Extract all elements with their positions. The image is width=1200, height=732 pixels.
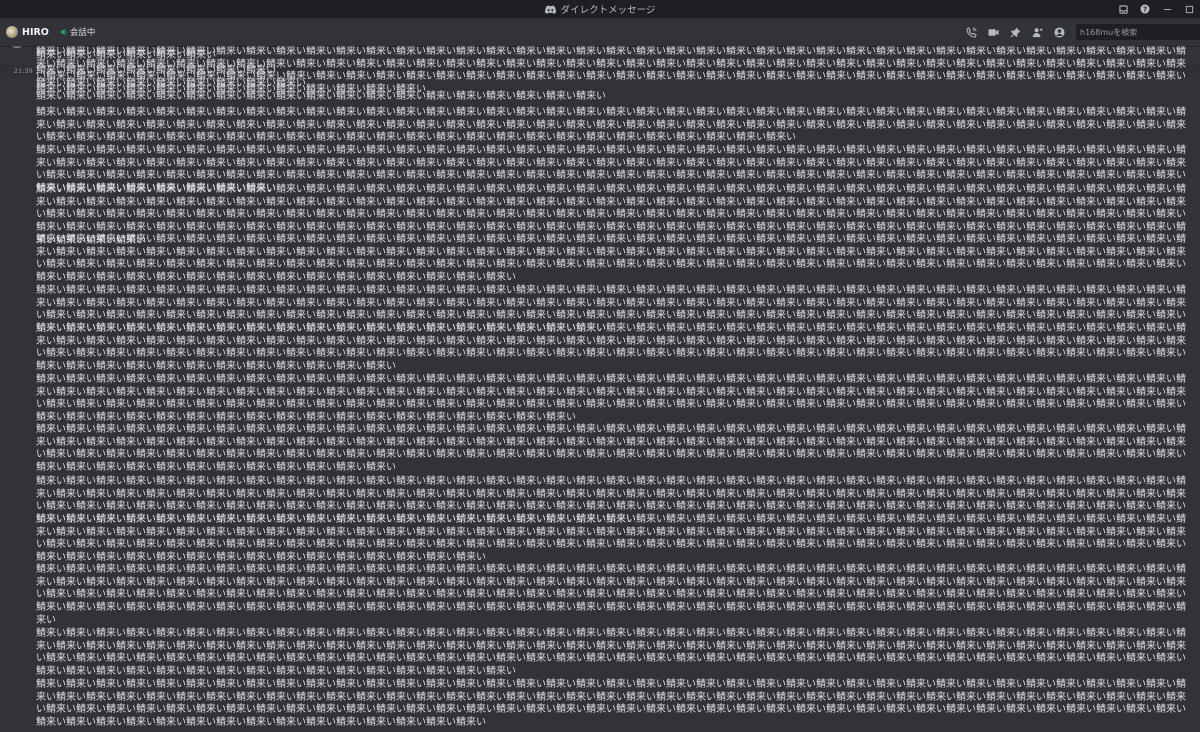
call-status: 会話中 xyxy=(60,26,96,38)
header-toolbar: h168muを検索 xyxy=(960,18,1200,46)
message-row[interactable]: 鯖来い鯖来い鯖来い鯖来い鯖来い鯖来い鯖来い鯖来い鯖来い鯖来い鯖来い鯖来い鯖来い鯖… xyxy=(0,323,1200,374)
window-title: ダイレクトメッセージ xyxy=(560,5,656,16)
discord-logo-icon xyxy=(544,5,556,14)
message-row[interactable]: 鯖来い鯖来い鯖来い鯖来い鯖来い鯖来い鯖来い鯖来い鯖来い鯖来い鯖来い鯖来い鯖来い鯖… xyxy=(0,234,1200,285)
phone-icon[interactable] xyxy=(960,18,982,46)
message-text: 鯖来い鯖来い鯖来い鯖来い鯖来い鯖来い鯖来い鯖来い鯖来い鯖来い鯖来い鯖来い鯖来い鯖… xyxy=(36,424,1186,474)
search-input[interactable]: h168muを検索 xyxy=(1076,24,1200,40)
message-text: 鯖来い鯖来い鯖来い鯖来い鯖来い鯖来い鯖来い鯖来い鯖来い鯖来い鯖来い鯖来い鯖来い鯖… xyxy=(36,564,1186,626)
window-controls: ? xyxy=(1112,0,1200,18)
message-text: 鯖来い鯖来い鯖来い鯖来い鯖来い鯖来い鯖来い鯖来い鯖来い鯖来い鯖来い鯖来い鯖来い鯖… xyxy=(36,323,1186,373)
message-text: 鯖来い鯖来い鯖来い鯖来い鯖来い鯖来い鯖来い鯖来い鯖来い鯖来い鯖来い鯖来い鯖来い鯖… xyxy=(36,679,1186,729)
inbox-icon[interactable] xyxy=(1112,0,1134,18)
call-status-label: 会話中 xyxy=(69,28,96,38)
message-text: 鯖来い鯖来い鯖来い鯖来い鯖来い鯖来い鯖来い鯖来い鯖来い鯖来い鯖来い鯖来い鯖来い鯖… xyxy=(36,46,1186,96)
maximize-icon[interactable] xyxy=(1178,0,1200,18)
window-titlebar: ダイレクトメッセージ ? xyxy=(0,0,1200,18)
avatar[interactable] xyxy=(6,26,18,38)
message-text: 鯖来い鯖来い鯖来い鯖来い鯖来い鯖来い鯖来い鯖来い鯖来い鯖来い鯖来い鯖来い鯖来い鯖… xyxy=(36,107,1186,144)
pin-icon[interactable] xyxy=(1004,18,1026,46)
svg-text:?: ? xyxy=(1143,6,1147,14)
message-list[interactable]: 鯖来い鯖来い鯖来い鯖来い鯖来い鯖来い 21:39 鯖来い鯖来い鯖来い鯖来い鯖来い鯖来… xyxy=(0,46,1200,732)
message-row[interactable]: 鯖来い鯖来い鯖来い鯖来い鯖来い鯖来い鯖来い鯖来い鯖来い鯖来い鯖来い鯖来い鯖来い鯖… xyxy=(0,107,1200,145)
message-row[interactable]: 鯖来い鯖来い鯖来い鯖来い鯖来い鯖来い鯖来い鯖来い鯖来い鯖来い鯖来い鯖来い鯖来い鯖… xyxy=(0,679,1200,730)
message-row[interactable]: 鯖来い鯖来い鯖来い鯖来い鯖来い鯖来い鯖来い鯖来い鯖来い鯖来い鯖来い鯖来い鯖来い鯖… xyxy=(0,628,1200,679)
dm-header: HIRO 会話中 h168muを検索 xyxy=(0,18,1200,46)
message-text: 鯖来い鯖来い鯖来い鯖来い鯖来い鯖来い鯖来い鯖来い鯖来い鯖来い鯖来い鯖来い鯖来い鯖… xyxy=(36,374,1186,424)
message-row[interactable]: 鯖来い鯖来い鯖来い鯖来い鯖来い鯖来い鯖来い鯖来い鯖来い鯖来い鯖来い鯖来い鯖来い鯖… xyxy=(0,424,1200,475)
dm-username[interactable]: HIRO xyxy=(22,27,49,38)
message-row[interactable]: 鯖来い鯖来い鯖来い鯖来い鯖来い鯖来い鯖来い鯖来い鯖来い鯖来い鯖来い鯖来い鯖来い鯖… xyxy=(0,46,1200,97)
message-row[interactable]: 鯖来い鯖来い鯖来い鯖来い鯖来い鯖来い鯖来い鯖来い鯖来い鯖来い鯖来い鯖来い鯖来い鯖… xyxy=(0,514,1200,565)
minimize-icon[interactable] xyxy=(1156,0,1178,18)
speaker-icon xyxy=(60,28,67,36)
message-row[interactable]: 鯖来い鯖来い鯖来い鯖来い鯖来い鯖来い鯖来い鯖来い鯖来い鯖来い鯖来い鯖来い鯖来い鯖… xyxy=(0,374,1200,425)
message-text: 鯖来い鯖来い鯖来い鯖来い鯖来い鯖来い鯖来い鯖来い鯖来い鯖来い鯖来い鯖来い鯖来い鯖… xyxy=(36,234,1186,284)
window-title-group: ダイレクトメッセージ xyxy=(544,2,656,16)
search-placeholder: h168muを検索 xyxy=(1080,27,1138,37)
add-friend-icon[interactable] xyxy=(1026,18,1048,46)
profile-icon[interactable] xyxy=(1048,18,1070,46)
message-text: 鯖来い鯖来い鯖来い鯖来い鯖来い鯖来い鯖来い鯖来い鯖来い鯖来い鯖来い鯖来い鯖来い鯖… xyxy=(36,514,1186,564)
message-row[interactable]: 鯖来い鯖来い鯖来い鯖来い鯖来い鯖来い鯖来い鯖来い鯖来い鯖来い鯖来い鯖来い鯖来い鯖… xyxy=(0,564,1200,628)
help-icon[interactable]: ? xyxy=(1134,0,1156,18)
message-text: 鯖来い鯖来い鯖来い鯖来い鯖来い鯖来い鯖来い鯖来い鯖来い鯖来い鯖来い鯖来い鯖来い鯖… xyxy=(36,628,1186,678)
video-icon[interactable] xyxy=(982,18,1004,46)
